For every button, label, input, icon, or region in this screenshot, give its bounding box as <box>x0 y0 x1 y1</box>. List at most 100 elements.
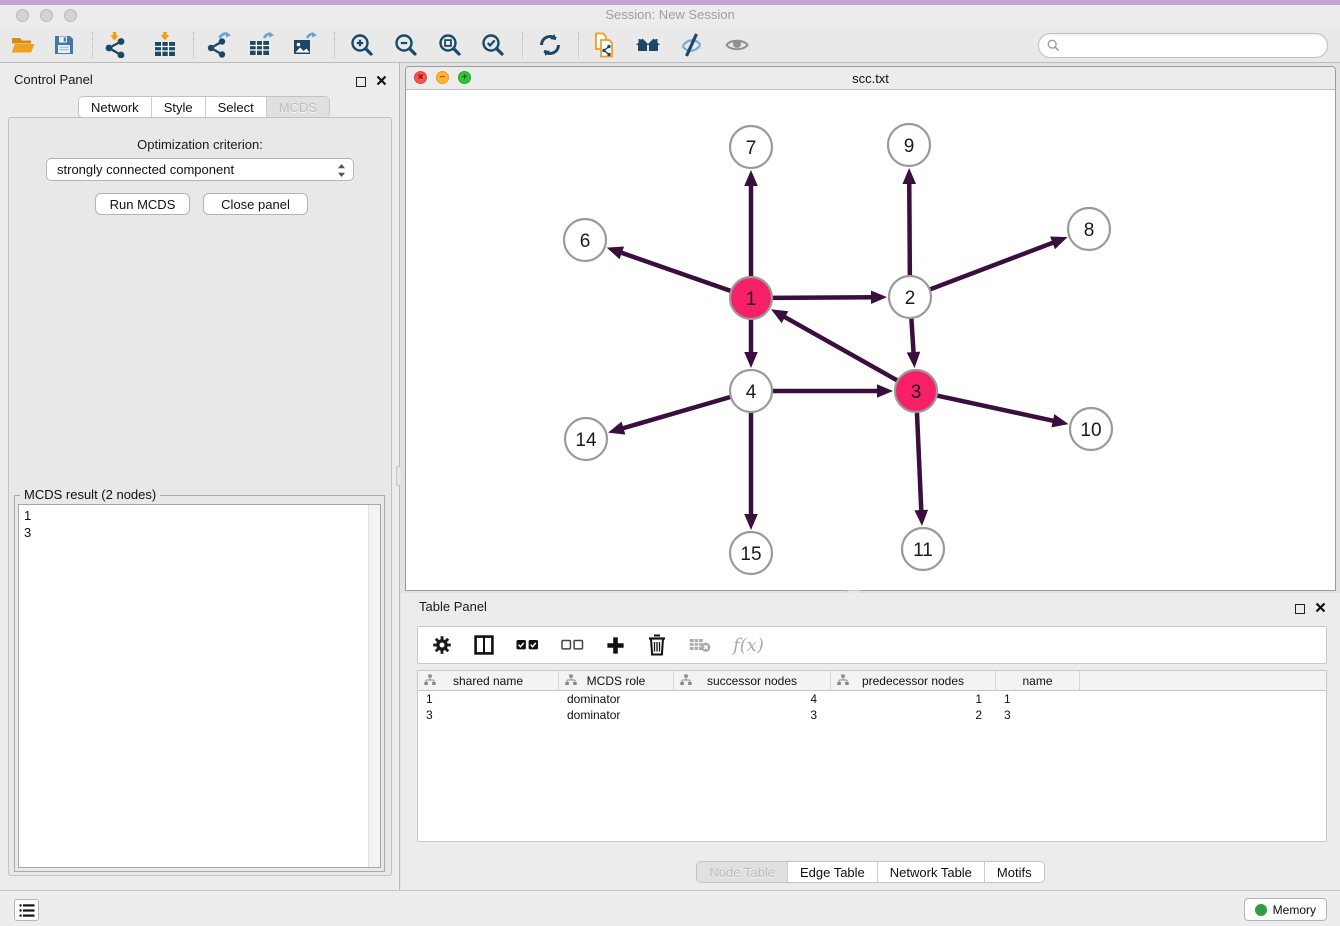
mcds-result-title: MCDS result (2 nodes) <box>20 487 160 502</box>
edge-3-1[interactable] <box>771 309 897 380</box>
column-header-shared-name[interactable]: shared name <box>418 671 559 690</box>
node-10[interactable]: 10 <box>1070 408 1112 450</box>
show-graphics-details-icon[interactable] <box>724 32 750 58</box>
cell-successor-nodes[interactable]: 4 <box>674 691 831 707</box>
table-panel-title: Table Panel <box>419 599 487 614</box>
hide-graphics-details-icon[interactable] <box>679 32 705 58</box>
export-network-icon[interactable] <box>205 32 231 58</box>
edge-4-15[interactable] <box>744 413 758 530</box>
close-panel-button[interactable]: Close panel <box>203 193 308 215</box>
cell-successor-nodes[interactable]: 3 <box>674 707 831 723</box>
edge-2-3[interactable] <box>907 319 921 368</box>
tab-style[interactable]: Style <box>152 97 206 117</box>
svg-text:6: 6 <box>580 231 591 252</box>
zoom-in-icon[interactable] <box>349 32 375 58</box>
cell-predecessor-nodes[interactable]: 2 <box>831 707 996 723</box>
svg-text:15: 15 <box>740 544 761 565</box>
node-4[interactable]: 4 <box>730 370 772 412</box>
export-table-icon[interactable] <box>248 32 274 58</box>
split-view-icon[interactable] <box>474 635 494 655</box>
cell-shared-name[interactable]: 3 <box>418 707 559 723</box>
svg-text:1: 1 <box>746 289 757 310</box>
new-network-from-selection-icon[interactable] <box>592 32 618 58</box>
edge-3-11[interactable] <box>914 413 928 526</box>
edge-4-3[interactable] <box>773 384 893 398</box>
table-tabs-row: Node TableEdge TableNetwork TableMotifs <box>401 861 1340 883</box>
tab-node-table[interactable]: Node Table <box>697 862 788 882</box>
criterion-dropdown[interactable]: strongly connected component <box>46 158 354 181</box>
network-window-titlebar: × − + scc.txt <box>406 67 1335 90</box>
open-session-icon[interactable] <box>10 32 36 58</box>
network-canvas[interactable]: 1 2 3 4 6 7 8 9 10 11 14 15 <box>406 89 1335 590</box>
zoom-fit-icon[interactable] <box>437 32 463 58</box>
edge-1-7[interactable] <box>744 170 758 276</box>
first-neighbors-icon[interactable] <box>635 32 661 58</box>
close-table-panel-icon[interactable] <box>1315 600 1326 618</box>
select-all-columns-icon[interactable] <box>516 639 539 651</box>
export-image-icon[interactable] <box>292 32 318 58</box>
edge-2-9[interactable] <box>902 168 916 275</box>
memory-status-icon <box>1255 904 1267 916</box>
edge-3-10[interactable] <box>937 396 1068 428</box>
edge-1-4[interactable] <box>744 320 758 368</box>
tab-edge-table[interactable]: Edge Table <box>788 862 878 882</box>
result-scrollbar[interactable] <box>368 505 380 867</box>
cell-MCDS-role[interactable]: dominator <box>559 691 674 707</box>
column-header-successor-nodes[interactable]: successor nodes <box>674 671 831 690</box>
search-input[interactable] <box>1065 35 1319 56</box>
table-row-1[interactable]: 1dominator411 <box>418 691 1326 707</box>
node-15[interactable]: 15 <box>730 532 772 574</box>
table-row-2[interactable]: 3dominator323 <box>418 707 1326 723</box>
node-14[interactable]: 14 <box>565 418 607 460</box>
float-panel-icon[interactable] <box>356 77 366 87</box>
zoom-selected-icon[interactable] <box>480 32 506 58</box>
unselect-all-columns-icon[interactable] <box>561 639 584 651</box>
import-table-icon[interactable] <box>152 32 178 58</box>
column-header-name[interactable]: name <box>996 671 1080 690</box>
svg-text:4: 4 <box>746 382 757 403</box>
tab-network[interactable]: Network <box>79 97 152 117</box>
cell-predecessor-nodes[interactable]: 1 <box>831 691 996 707</box>
workspace-region: × − + scc.txt 1234678910111415 Table Pan… <box>401 63 1340 890</box>
svg-text:3: 3 <box>911 382 922 403</box>
edge-2-8[interactable] <box>931 236 1068 289</box>
save-session-icon[interactable] <box>51 32 77 58</box>
delete-column-icon[interactable] <box>647 634 667 656</box>
node-6[interactable]: 6 <box>564 219 606 261</box>
edge-4-14[interactable] <box>608 397 730 434</box>
zoom-out-icon[interactable] <box>393 32 419 58</box>
tab-mcds[interactable]: MCDS <box>267 97 329 117</box>
tab-select[interactable]: Select <box>206 97 267 117</box>
task-history-button[interactable] <box>14 899 39 921</box>
node-3[interactable]: 3 <box>895 370 937 412</box>
close-panel-icon[interactable] <box>376 73 387 91</box>
table-toolbar: f(x) <box>417 626 1327 664</box>
edge-1-6[interactable] <box>607 246 731 290</box>
tab-motifs[interactable]: Motifs <box>985 862 1044 882</box>
run-mcds-button[interactable]: Run MCDS <box>95 193 190 215</box>
cell-MCDS-role[interactable]: dominator <box>559 707 674 723</box>
node-9[interactable]: 9 <box>888 124 930 166</box>
column-settings-icon[interactable] <box>432 635 452 655</box>
mcds-result-area[interactable]: 1 3 <box>18 504 381 868</box>
node-11[interactable]: 11 <box>902 528 944 570</box>
node-8[interactable]: 8 <box>1068 208 1110 250</box>
toolbar-separator <box>578 32 579 58</box>
delete-table-icon[interactable] <box>689 637 711 653</box>
edge-1-2[interactable] <box>773 290 887 304</box>
node-7[interactable]: 7 <box>730 126 772 168</box>
import-network-icon[interactable] <box>102 32 128 58</box>
cell-name[interactable]: 1 <box>996 691 1080 707</box>
float-table-panel-icon[interactable] <box>1295 604 1305 614</box>
column-header-MCDS-role[interactable]: MCDS role <box>559 671 674 690</box>
node-2[interactable]: 2 <box>889 276 931 318</box>
memory-button[interactable]: Memory <box>1244 898 1327 921</box>
cell-name[interactable]: 3 <box>996 707 1080 723</box>
add-column-icon[interactable] <box>606 636 625 655</box>
apply-layout-icon[interactable] <box>537 32 563 58</box>
column-header-predecessor-nodes[interactable]: predecessor nodes <box>831 671 996 690</box>
svg-text:10: 10 <box>1080 420 1101 441</box>
node-1[interactable]: 1 <box>730 277 772 319</box>
tab-network-table[interactable]: Network Table <box>878 862 985 882</box>
cell-shared-name[interactable]: 1 <box>418 691 559 707</box>
